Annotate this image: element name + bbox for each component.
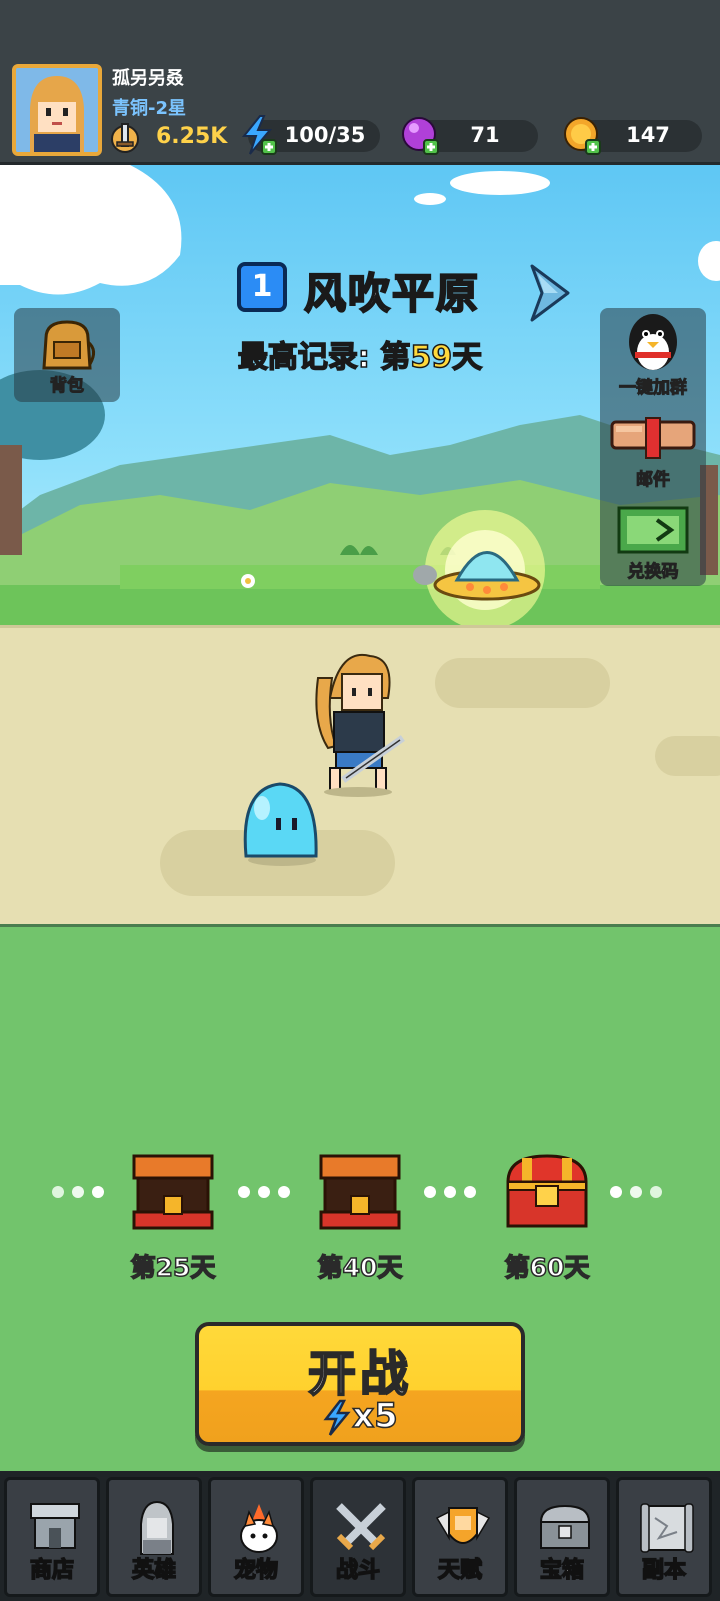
tab-pet[interactable]: 宠物	[208, 1477, 304, 1597]
mail-button[interactable]: 邮件	[600, 402, 706, 494]
chest-day-60[interactable]	[504, 1152, 590, 1232]
tab-hero[interactable]: 英雄	[106, 1477, 202, 1597]
tab-talent-label: 天赋	[437, 1557, 483, 1584]
milestone-label-1: 第25天	[130, 1252, 216, 1283]
penguin-icon	[629, 314, 677, 370]
chest-day-25[interactable]	[130, 1152, 216, 1232]
join-group-button[interactable]: 一键加群	[600, 310, 706, 402]
dungeon-icon	[640, 1503, 694, 1553]
bag-label: 背包	[50, 376, 85, 397]
open-chest-icon	[132, 1154, 214, 1230]
open-chest-icon	[319, 1154, 401, 1230]
mail-icon	[610, 417, 696, 459]
redeem-code-label: 兑换码	[627, 562, 679, 583]
tab-dungeon[interactable]: 副本	[616, 1477, 712, 1597]
mail-label: 邮件	[636, 470, 671, 491]
start-battle-cost-value: x5	[351, 1395, 398, 1437]
energy-icon	[323, 1399, 351, 1436]
chest-day-40[interactable]	[317, 1152, 403, 1232]
shop-icon	[30, 1503, 80, 1549]
tab-talent[interactable]: 天赋	[412, 1477, 508, 1597]
battle-road	[0, 625, 720, 927]
slime-enemy	[243, 782, 318, 866]
tab-battle[interactable]: 战斗	[310, 1477, 406, 1597]
top-hud: 孤另另叒 青铜-2星 6.25K 100/35 71 147	[0, 0, 720, 165]
stage-number-badge: 1	[237, 262, 287, 312]
energy-counter[interactable]: 100/35	[241, 115, 380, 155]
gem-counter[interactable]: 71	[402, 117, 538, 155]
milestone-label-3: 第60天	[504, 1252, 590, 1283]
combat-power-value: 6.25K	[156, 124, 228, 149]
player-name: 孤另另叒	[112, 68, 184, 89]
tab-shop-label: 商店	[29, 1557, 75, 1584]
coin-counter[interactable]: 147	[564, 117, 702, 155]
hero-character	[315, 653, 405, 797]
combat-power: 6.25K	[108, 120, 228, 154]
energy-value: 100/35	[284, 123, 366, 147]
player-rank: 青铜-2星	[112, 98, 186, 119]
tab-pet-label: 宠物	[233, 1557, 279, 1584]
start-battle-label: 开战	[307, 1345, 412, 1403]
gem-value: 71	[470, 123, 500, 147]
start-battle-button[interactable]: 开战 x5	[195, 1322, 525, 1446]
start-battle-cost: x5	[199, 1395, 521, 1437]
bag-button[interactable]: 背包	[14, 308, 120, 402]
record-day: 59	[410, 339, 453, 376]
backpack-icon	[42, 320, 95, 370]
next-stage-arrow-icon[interactable]	[528, 262, 572, 324]
tab-dungeon-label: 副本	[641, 1557, 687, 1584]
redeem-code-button[interactable]: 兑换码	[600, 494, 706, 586]
milestone-label-2: 第40天	[317, 1252, 403, 1283]
join-group-label: 一键加群	[619, 378, 688, 399]
ticket-icon	[617, 506, 689, 554]
tab-hero-label: 英雄	[131, 1557, 177, 1584]
tab-chest[interactable]: 宝箱	[514, 1477, 610, 1597]
chest-icon	[539, 1504, 591, 1549]
player-avatar[interactable]	[12, 64, 102, 156]
bottom-nav: 商店 英雄 宠物 战斗 天赋 宝箱 副本	[0, 1471, 720, 1601]
battle-icon	[336, 1503, 386, 1551]
tab-battle-label: 战斗	[335, 1557, 381, 1584]
hero-icon	[140, 1500, 174, 1555]
pet-icon	[240, 1504, 278, 1553]
stage-name: 风吹平原	[303, 268, 481, 319]
power-icon	[111, 123, 139, 153]
tab-chest-label: 宝箱	[539, 1557, 585, 1584]
record-prefix: 最高记录: 第	[237, 339, 411, 376]
record-suffix: 天	[451, 339, 483, 376]
coin-value: 147	[626, 123, 670, 147]
closed-chest-icon	[506, 1154, 588, 1228]
tab-shop[interactable]: 商店	[4, 1477, 100, 1597]
road-decor	[160, 653, 720, 896]
talent-icon	[435, 1507, 491, 1544]
